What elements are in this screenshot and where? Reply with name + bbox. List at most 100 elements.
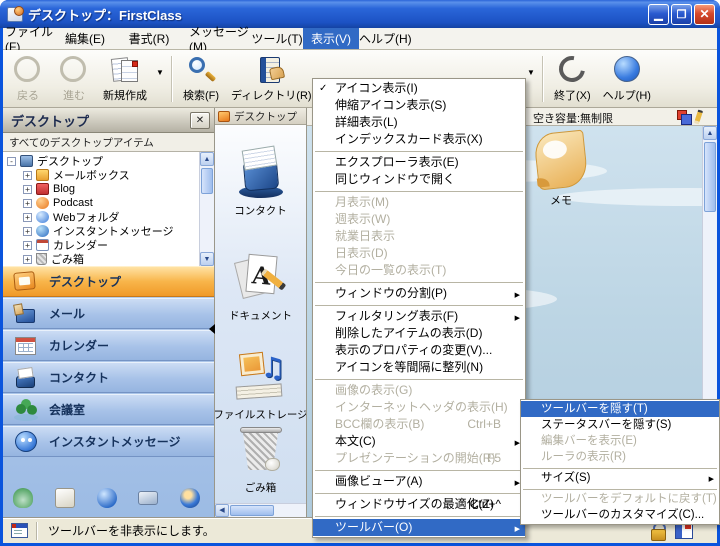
scroll-down-icon[interactable]: ▼ bbox=[200, 252, 214, 266]
menu-item[interactable]: 同じウィンドウで開く bbox=[313, 171, 525, 188]
menu-item[interactable]: BCC欄の表示(B) Ctrl+B bbox=[313, 416, 525, 433]
menu-item[interactable]: エクスプローラ表示(E) bbox=[313, 154, 525, 171]
toolbar-button[interactable]: 終了(X) bbox=[548, 52, 597, 106]
toolbar-button[interactable]: 戻る bbox=[5, 52, 51, 103]
menu-item[interactable]: ウィンドウの分割(P) bbox=[313, 285, 525, 302]
sidebar-nav-item[interactable]: カレンダー bbox=[3, 330, 214, 361]
overflow-dropdown-icon[interactable]: ▼ bbox=[524, 52, 538, 92]
toolbar-button[interactable]: 新規作成 bbox=[97, 52, 153, 103]
menu-item[interactable]: ルーラの表示(R) bbox=[521, 449, 719, 465]
scrollbar-thumb[interactable] bbox=[230, 505, 274, 516]
desktop-item[interactable]: ごみ箱 bbox=[215, 422, 306, 495]
menu-item[interactable]: 月表示(M) bbox=[313, 194, 525, 211]
sidebar-nav-item[interactable]: デスクトップ bbox=[3, 266, 214, 297]
menu-item[interactable]: サイズ(S) bbox=[521, 470, 719, 486]
menubar-item[interactable]: ファイル(F) bbox=[5, 28, 61, 49]
memo-item[interactable]: メモ bbox=[529, 132, 593, 208]
panel-close-icon[interactable]: ✕ bbox=[190, 112, 210, 129]
menubar-item[interactable]: ツール(T) bbox=[251, 28, 303, 49]
menubar-item[interactable]: ヘルプ(H) bbox=[359, 28, 412, 49]
scroll-up-icon[interactable]: ▲ bbox=[200, 152, 214, 166]
tree-expander-icon[interactable]: + bbox=[23, 185, 32, 194]
tree-item[interactable]: + メールボックス bbox=[3, 168, 198, 182]
toolbar-button[interactable]: ヘルプ(H) bbox=[597, 52, 657, 106]
tree-expander-icon[interactable]: - bbox=[7, 157, 16, 166]
tree-expander-icon[interactable]: + bbox=[23, 227, 32, 236]
menu-item[interactable]: ツールバーをデフォルトに戻す(T) bbox=[521, 491, 719, 507]
menu-item[interactable]: プレゼンテーションの開始(R) F5 bbox=[313, 450, 525, 467]
menubar-item[interactable]: 表示(V) bbox=[303, 28, 359, 49]
tree-item[interactable]: + ごみ箱 bbox=[3, 252, 198, 266]
menu-item[interactable]: アイコンを等間隔に整列(N) bbox=[313, 359, 525, 376]
menu-item[interactable]: 就業日表示 bbox=[313, 228, 525, 245]
minimize-button[interactable]: ▁ bbox=[648, 4, 669, 25]
tree-item[interactable]: + Blog bbox=[3, 182, 198, 196]
sidebar-nav-item[interactable]: インスタントメッセージ bbox=[3, 426, 214, 457]
menu-item[interactable]: 週表示(W) bbox=[313, 211, 525, 228]
menu-item[interactable]: 画像の表示(G) bbox=[313, 382, 525, 399]
menu-item[interactable]: 画像ビューア(A) bbox=[313, 473, 525, 490]
horizontal-scrollbar[interactable]: ◀ bbox=[215, 503, 306, 517]
tree-scrollbar[interactable]: ▲ ▼ bbox=[199, 152, 214, 266]
menu-item[interactable]: 詳細表示(L) bbox=[313, 114, 525, 131]
sidebar-nav-item[interactable]: メール bbox=[3, 298, 214, 329]
tree-expander-icon[interactable]: + bbox=[23, 171, 32, 180]
menu-item[interactable]: ウィンドウサイズの最適化(Z) Ctrl+^ bbox=[313, 496, 525, 513]
menu-item[interactable]: インターネットヘッダの表示(H) bbox=[313, 399, 525, 416]
layers-icon[interactable] bbox=[677, 110, 690, 123]
titlebar[interactable]: デスクトップ：FirstClass ▁ ❐ ✕ bbox=[0, 0, 720, 28]
shortcut-icon[interactable] bbox=[180, 488, 200, 508]
tab-desktop[interactable]: デスクトップ bbox=[215, 108, 306, 125]
menu-item[interactable]: 表示のプロパティの変更(V)... bbox=[313, 342, 525, 359]
toolbar-button[interactable]: ディレクトリ(R) bbox=[225, 52, 318, 103]
tree-item[interactable]: + Podcast bbox=[3, 196, 198, 210]
desktop-item[interactable]: ドキュメント bbox=[215, 250, 306, 323]
status-window-icon[interactable] bbox=[11, 523, 28, 538]
menubar-item[interactable]: メッセージ(M) bbox=[189, 28, 251, 49]
tree-item[interactable]: + インスタントメッセージ bbox=[3, 224, 198, 238]
edit-pencil-icon[interactable] bbox=[694, 110, 703, 125]
menu-item[interactable]: ステータスバーを隠す(S) bbox=[521, 417, 719, 433]
menubar-item[interactable]: 書式(R) bbox=[109, 28, 189, 49]
tree-item[interactable]: - デスクトップ bbox=[3, 154, 198, 168]
scrollbar-thumb[interactable] bbox=[201, 168, 213, 194]
sidebar-nav-item[interactable]: 会議室 bbox=[3, 394, 214, 425]
menu-item[interactable]: 伸縮アイコン表示(S) bbox=[313, 97, 525, 114]
menu-item[interactable]: フィルタリング表示(F) bbox=[313, 308, 525, 325]
new-message-dropdown-icon[interactable]: ▼ bbox=[153, 52, 167, 92]
menu-item[interactable]: ツールバーを隠す(T) bbox=[521, 401, 719, 417]
tree-expander-icon[interactable]: + bbox=[23, 241, 32, 250]
tree-item[interactable]: + カレンダー bbox=[3, 238, 198, 252]
tree-expander-icon[interactable]: + bbox=[23, 213, 32, 222]
toolbar-separator bbox=[542, 56, 544, 102]
scroll-left-icon[interactable]: ◀ bbox=[215, 504, 229, 517]
menu-item[interactable]: 本文(C) bbox=[313, 433, 525, 450]
shortcut-icon[interactable] bbox=[55, 488, 75, 508]
tree-item[interactable]: + Webフォルダ bbox=[3, 210, 198, 224]
menu-item[interactable]: ツールバーのカスタマイズ(C)... bbox=[521, 507, 719, 523]
tree-expander-icon[interactable]: + bbox=[23, 199, 32, 208]
menu-item[interactable]: 今日の一覧の表示(T) bbox=[313, 262, 525, 279]
menubar-item[interactable]: 編集(E) bbox=[61, 28, 109, 49]
shortcut-icon[interactable] bbox=[97, 488, 117, 508]
desktop-item[interactable]: コンタクト bbox=[215, 145, 306, 218]
maximize-button[interactable]: ❐ bbox=[671, 4, 692, 25]
sidebar-nav-item[interactable]: コンタクト bbox=[3, 362, 214, 393]
shortcut-icon[interactable] bbox=[13, 488, 33, 508]
menu-item[interactable]: 編集バーを表示(E) bbox=[521, 433, 719, 449]
panel-collapse-icon[interactable] bbox=[209, 324, 215, 334]
toolbar-button[interactable]: 進む bbox=[51, 52, 97, 103]
desktop-item[interactable]: ファイルストレージ bbox=[215, 349, 306, 422]
scrollbar-thumb[interactable] bbox=[704, 142, 716, 212]
close-button[interactable]: ✕ bbox=[694, 4, 715, 25]
toolbar-button[interactable]: 検索(F) bbox=[177, 52, 225, 103]
menu-item[interactable]: 削除したアイテムの表示(D) bbox=[313, 325, 525, 342]
shortcut-icon[interactable] bbox=[138, 491, 158, 505]
menu-item-label: ツールバーをデフォルトに戻す(T) bbox=[541, 493, 717, 505]
scroll-up-icon[interactable]: ▲ bbox=[703, 126, 717, 140]
tree-expander-icon[interactable]: + bbox=[23, 255, 32, 264]
menu-item[interactable]: ツールバー(O) bbox=[313, 519, 525, 536]
menu-item[interactable]: アイコン表示(I) bbox=[313, 80, 525, 97]
menu-item[interactable]: 日表示(D) bbox=[313, 245, 525, 262]
menu-item[interactable]: インデックスカード表示(X) bbox=[313, 131, 525, 148]
